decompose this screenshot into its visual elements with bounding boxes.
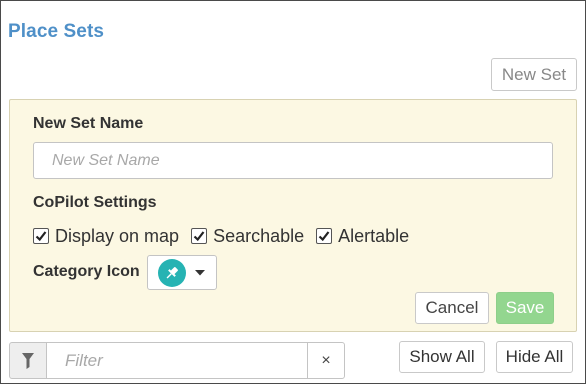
searchable-label: Searchable — [213, 225, 305, 246]
check-icon — [35, 231, 47, 242]
check-icon — [318, 231, 330, 242]
caret-down-icon — [194, 269, 206, 277]
save-button[interactable]: Save — [496, 292, 554, 324]
alertable-option[interactable]: Alertable — [316, 226, 409, 247]
show-all-button[interactable]: Show All — [399, 341, 485, 373]
alertable-checkbox[interactable] — [316, 228, 333, 244]
display-on-map-checkbox[interactable] — [33, 228, 49, 244]
alertable-label: Alertable — [338, 225, 410, 246]
searchable-option[interactable]: Searchable — [191, 226, 304, 247]
place-sets-panel: Place Sets New Set New Set Name New Set … — [0, 0, 586, 384]
cancel-button[interactable]: Cancel — [415, 292, 489, 324]
set-name-label: New Set Name — [33, 115, 144, 132]
filter-input[interactable]: Filter — [46, 342, 308, 379]
clear-filter-button[interactable]: × — [307, 342, 345, 379]
new-set-button[interactable]: New Set — [491, 58, 577, 91]
category-icon-dropdown[interactable] — [147, 255, 217, 290]
new-set-editor: New Set Name New Set Name CoPilot Settin… — [9, 99, 577, 332]
filter-icon — [9, 342, 47, 379]
copilot-settings-label: CoPilot Settings — [33, 194, 157, 211]
searchable-checkbox[interactable] — [191, 228, 208, 244]
pushpin-icon — [158, 258, 186, 287]
check-icon — [193, 231, 205, 242]
display-on-map-label: Display on map — [55, 225, 180, 246]
hide-all-button[interactable]: Hide All — [496, 341, 573, 373]
copilot-options: Display on map Searchable Alertable — [33, 225, 421, 247]
set-name-input[interactable]: New Set Name — [33, 142, 553, 179]
category-icon-label: Category Icon — [33, 263, 140, 280]
display-on-map-option[interactable]: Display on map — [33, 226, 179, 247]
page-title: Place Sets — [8, 21, 105, 42]
